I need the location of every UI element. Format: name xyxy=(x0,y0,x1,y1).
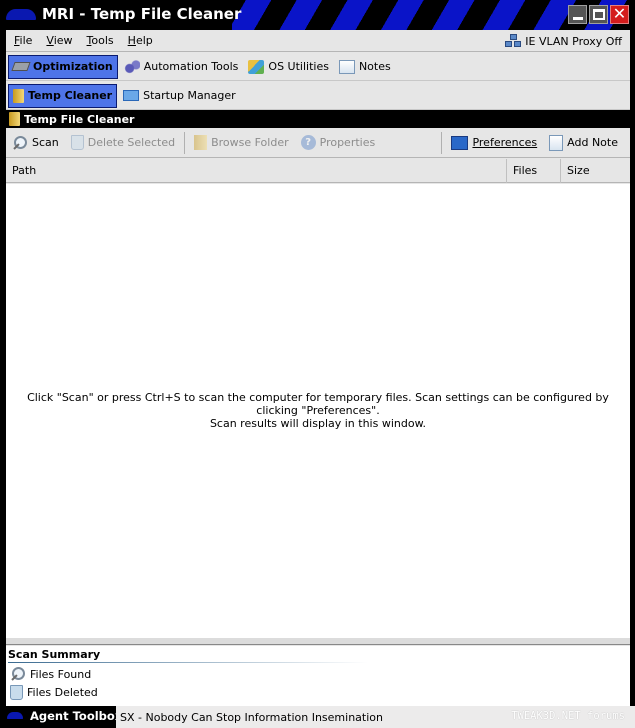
preferences-icon xyxy=(451,135,469,150)
control-panel-icon xyxy=(248,59,265,74)
column-path-label: Path xyxy=(12,164,37,177)
menu-tools[interactable]: Tools xyxy=(81,34,120,47)
column-size-label: Size xyxy=(567,164,590,177)
tab-temp-cleaner-label: Temp Cleaner xyxy=(28,89,113,102)
scan-summary-panel: Scan Summary Files Found Files Deleted xyxy=(6,646,630,706)
column-files-label: Files xyxy=(513,164,538,177)
empty-hint-results: Scan results will display in this window… xyxy=(209,417,427,430)
tab-os-utilities[interactable]: OS Utilities xyxy=(244,55,333,79)
scan-label: Scan xyxy=(32,136,59,149)
maximize-button[interactable] xyxy=(589,5,608,24)
recycle-bin-icon xyxy=(70,135,84,150)
tab-temp-cleaner[interactable]: Temp Cleaner xyxy=(8,83,118,108)
sub-tab-bar: Temp Cleaner Startup Manager xyxy=(6,82,630,110)
folder-icon xyxy=(9,112,20,126)
window-title: MRI - Temp File Cleaner xyxy=(42,5,242,23)
properties-button[interactable]: ? Properties xyxy=(295,131,382,155)
list-header: Path Files Size xyxy=(6,158,630,183)
browse-folder-icon xyxy=(194,135,208,150)
properties-label: Properties xyxy=(319,136,376,149)
delete-selected-label: Delete Selected xyxy=(87,136,176,149)
notepad-icon xyxy=(338,59,355,74)
toolbar: Scan Delete Selected Browse Folder ? Pro… xyxy=(6,128,630,158)
menu-tools-label: Tools xyxy=(86,34,114,47)
tab-notes-label: Notes xyxy=(358,60,391,73)
empty-hint-instructions: Click "Scan" or press Ctrl+S to scan the… xyxy=(27,391,609,417)
menu-file[interactable]: File xyxy=(8,34,38,47)
tab-startup-manager[interactable]: Startup Manager xyxy=(119,84,240,108)
tab-os-utilities-label: OS Utilities xyxy=(268,60,329,73)
tab-notes[interactable]: Notes xyxy=(335,55,395,79)
section-header: Temp File Cleaner xyxy=(6,110,630,128)
column-header-size[interactable]: Size xyxy=(560,158,630,183)
menu-file-label: File xyxy=(14,34,33,47)
add-note-label: Add Note xyxy=(567,136,618,149)
menu-help-label: Help xyxy=(127,34,153,47)
menu-view[interactable]: View xyxy=(40,34,78,47)
magnifier-icon xyxy=(12,135,28,151)
tab-automation-tools[interactable]: Automation Tools xyxy=(120,55,243,79)
agent-toolbox-button[interactable]: Agent Toolbox xyxy=(30,709,122,723)
close-icon: ✕ xyxy=(612,4,627,23)
minimize-button[interactable] xyxy=(568,5,587,24)
watermark: TWEAK3D.NET forums xyxy=(511,710,625,722)
magnifier-icon xyxy=(10,666,26,682)
startup-icon xyxy=(123,90,140,101)
main-tab-bar: Optimization Automation Tools OS Utiliti… xyxy=(6,53,630,81)
tab-automation-tools-label: Automation Tools xyxy=(143,60,239,73)
section-title: Temp File Cleaner xyxy=(24,112,135,126)
files-found-label: Files Found xyxy=(30,667,92,681)
proxy-status-label: IE VLAN Proxy Off xyxy=(525,34,622,48)
agent-toolbar: Agent Toolbox SX - Nobody Can Stop Infor… xyxy=(0,706,635,728)
scan-summary-title: Scan Summary xyxy=(8,648,101,661)
files-deleted-label: Files Deleted xyxy=(27,686,98,699)
browse-folder-button[interactable]: Browse Folder xyxy=(188,131,295,155)
chip-icon xyxy=(11,62,31,71)
proxy-status[interactable]: IE VLAN Proxy Off xyxy=(505,34,622,48)
maximize-icon xyxy=(593,9,605,20)
minimize-icon xyxy=(573,17,583,20)
files-found-row: Files Found xyxy=(10,666,91,682)
help-question-icon: ? xyxy=(300,135,316,150)
column-header-files[interactable]: Files xyxy=(506,158,560,183)
window-controls: ✕ xyxy=(568,4,629,24)
tab-startup-manager-label: Startup Manager xyxy=(143,89,236,102)
tab-optimization[interactable]: Optimization xyxy=(8,54,118,79)
scan-button[interactable]: Scan xyxy=(6,131,65,155)
toolbar-separator xyxy=(441,131,443,154)
files-deleted-row: Files Deleted xyxy=(10,685,98,700)
gears-icon xyxy=(123,59,140,74)
app-frame: File View Tools Help IE VLAN Proxy Off O… xyxy=(6,30,630,706)
menu-bar: File View Tools Help IE VLAN Proxy Off xyxy=(6,30,630,52)
status-bar: SX - Nobody Can Stop Information Insemin… xyxy=(116,706,635,728)
results-list[interactable]: Click "Scan" or press Ctrl+S to scan the… xyxy=(6,184,630,638)
app-logo-icon xyxy=(6,9,36,20)
recycle-bin-icon xyxy=(10,685,23,700)
preferences-label: Preferences xyxy=(472,136,538,149)
toolbar-separator xyxy=(184,131,186,154)
title-bar[interactable]: MRI - Temp File Cleaner ✕ xyxy=(0,0,635,30)
network-icon xyxy=(505,34,522,48)
app-logo-icon xyxy=(7,712,23,719)
folder-icon xyxy=(13,88,24,103)
delete-selected-button[interactable]: Delete Selected xyxy=(65,131,181,155)
status-text: SX - Nobody Can Stop Information Insemin… xyxy=(120,710,383,724)
add-note-button[interactable]: Add Note xyxy=(543,131,624,155)
menu-view-label: View xyxy=(46,34,73,47)
menu-help[interactable]: Help xyxy=(122,34,159,47)
scan-summary-divider xyxy=(8,662,368,663)
panel-splitter[interactable] xyxy=(6,638,630,645)
tab-optimization-label: Optimization xyxy=(33,60,113,73)
preferences-button[interactable]: Preferences xyxy=(445,131,543,155)
notepad-icon xyxy=(549,134,564,151)
column-header-path[interactable]: Path xyxy=(6,159,506,183)
close-button[interactable]: ✕ xyxy=(610,4,629,24)
browse-folder-label: Browse Folder xyxy=(211,136,289,149)
